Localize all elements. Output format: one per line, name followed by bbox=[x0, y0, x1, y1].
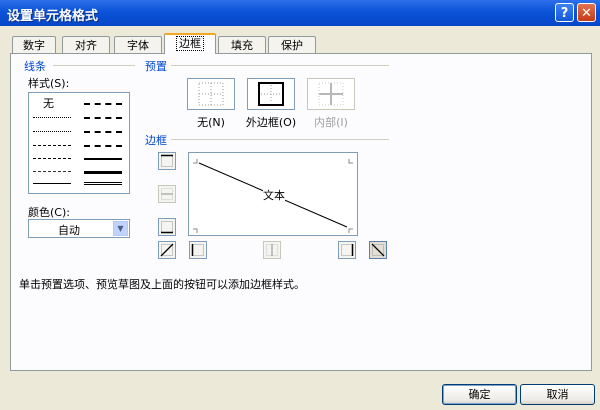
border-inside-vertical-button[interactable] bbox=[263, 241, 281, 259]
line-style-double[interactable] bbox=[84, 182, 122, 185]
border-right-button[interactable] bbox=[338, 241, 356, 259]
line-group-rule bbox=[53, 65, 135, 66]
preset-outline-label: 外边框(O) bbox=[245, 116, 297, 129]
line-style-medium-dash-dot[interactable] bbox=[84, 131, 122, 133]
border-group-rule bbox=[171, 139, 389, 140]
line-style-none[interactable]: 无 bbox=[43, 95, 54, 111]
preset-inside-icon bbox=[318, 82, 344, 106]
ok-button[interactable]: 确定 bbox=[442, 384, 517, 405]
border-tab-panel: 线条 样式(S): 无 颜色(C): 自动 ▼ 预置 无(N) 外边框(O) 内… bbox=[10, 53, 592, 371]
tab-label: 数字 bbox=[23, 39, 45, 52]
tab-label: 保护 bbox=[281, 39, 303, 52]
border-top-button[interactable] bbox=[158, 152, 176, 170]
border-preview[interactable]: 文本 bbox=[188, 152, 358, 236]
line-style-hair[interactable] bbox=[33, 117, 71, 118]
border-group-label: 边框 bbox=[145, 134, 167, 147]
line-group-label: 线条 bbox=[24, 60, 46, 73]
line-style-dashed[interactable] bbox=[33, 171, 71, 172]
color-label: 颜色(C): bbox=[28, 206, 70, 219]
format-cells-dialog: 设置单元格格式 ? ✕ 数字 对齐 字体 边框 填充 保护 线条 样式(S): … bbox=[0, 0, 600, 410]
line-style-list[interactable]: 无 bbox=[28, 92, 130, 194]
line-style-thin[interactable] bbox=[33, 183, 71, 184]
style-label: 样式(S): bbox=[28, 77, 70, 90]
tab-label: 边框 bbox=[176, 36, 204, 51]
border-inside-vertical-icon bbox=[266, 244, 278, 256]
tab-fill[interactable]: 填充 bbox=[218, 36, 266, 53]
border-diagonal-down-icon bbox=[371, 243, 385, 257]
preview-text: 文本 bbox=[263, 187, 285, 203]
border-inside-horizontal-icon bbox=[161, 188, 173, 200]
border-diagonal-up-button[interactable] bbox=[158, 241, 176, 259]
tab-border[interactable]: 边框 bbox=[164, 33, 216, 54]
tab-protection[interactable]: 保护 bbox=[268, 36, 316, 53]
cancel-button[interactable]: 取消 bbox=[520, 384, 595, 405]
border-diagonal-down-button[interactable] bbox=[369, 241, 387, 259]
preset-inside-button[interactable] bbox=[307, 78, 355, 110]
line-style-dotted[interactable] bbox=[33, 131, 71, 132]
close-icon: ✕ bbox=[581, 6, 592, 21]
border-right-icon bbox=[341, 244, 354, 256]
line-style-medium-dashed[interactable] bbox=[84, 145, 122, 147]
preset-none-button[interactable] bbox=[187, 78, 235, 110]
line-style-medium-dash-dot-dot[interactable] bbox=[84, 103, 122, 105]
tab-label: 填充 bbox=[231, 39, 253, 52]
border-bottom-icon bbox=[161, 221, 173, 234]
window-title: 设置单元格格式 bbox=[7, 9, 99, 24]
tab-label: 对齐 bbox=[75, 39, 97, 52]
line-style-dash-dot[interactable] bbox=[33, 158, 71, 159]
color-select[interactable]: 自动 ▼ bbox=[28, 219, 130, 238]
preset-none-icon bbox=[198, 82, 224, 106]
border-inside-horizontal-button[interactable] bbox=[158, 185, 176, 203]
border-left-icon bbox=[191, 244, 204, 256]
border-bottom-button[interactable] bbox=[158, 218, 176, 236]
preset-inside-label: 内部(I) bbox=[314, 116, 348, 129]
color-select-value: 自动 bbox=[58, 224, 80, 237]
help-button[interactable]: ? bbox=[555, 3, 574, 22]
border-diagonal-up-icon bbox=[160, 243, 174, 257]
chevron-down-icon[interactable]: ▼ bbox=[113, 221, 128, 236]
preset-outline-icon bbox=[258, 82, 284, 106]
line-style-thick[interactable] bbox=[84, 171, 122, 174]
presets-group-label: 预置 bbox=[145, 60, 167, 73]
preset-outline-button[interactable] bbox=[247, 78, 295, 110]
tab-number[interactable]: 数字 bbox=[12, 36, 56, 53]
title-bar: 设置单元格格式 ? ✕ bbox=[0, 0, 600, 26]
border-top-icon bbox=[161, 154, 173, 167]
tab-font[interactable]: 字体 bbox=[114, 36, 162, 53]
hint-text: 单击预置选项、预览草图及上面的按钮可以添加边框样式。 bbox=[19, 278, 305, 291]
line-style-slanted-dash-dot[interactable] bbox=[84, 117, 122, 119]
tab-label: 字体 bbox=[127, 39, 149, 52]
border-left-button[interactable] bbox=[189, 241, 207, 259]
line-style-medium[interactable] bbox=[84, 158, 122, 160]
preset-none-label: 无(N) bbox=[197, 116, 225, 129]
help-icon: ? bbox=[560, 6, 569, 21]
close-button[interactable]: ✕ bbox=[577, 3, 596, 22]
line-style-dash-dot-dot[interactable] bbox=[33, 145, 71, 146]
tab-alignment[interactable]: 对齐 bbox=[62, 36, 110, 53]
presets-group-rule bbox=[171, 65, 389, 66]
